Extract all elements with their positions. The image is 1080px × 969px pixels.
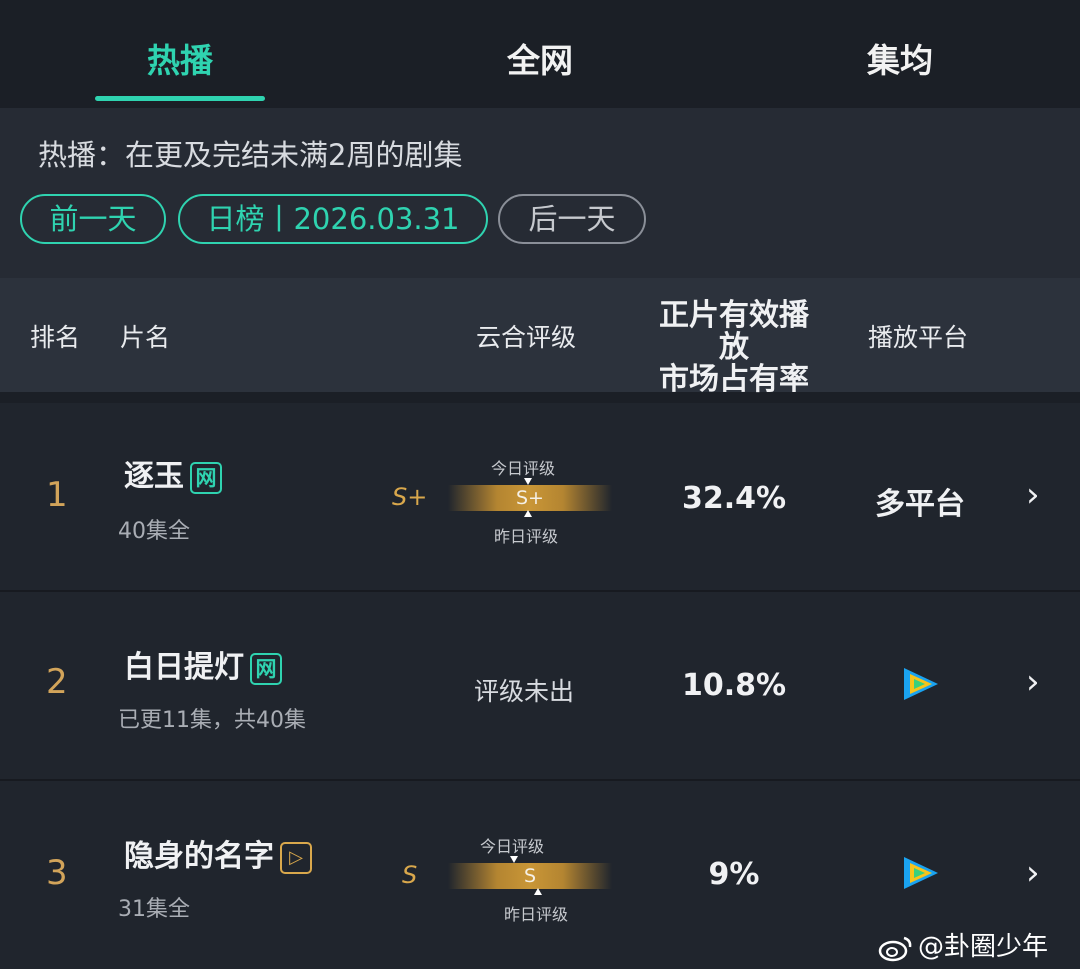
ranking-page: 热播 全网 集均 热播：在更及完结未满2周的剧集 前一天 日榜丨2026.03.… xyxy=(0,0,1080,969)
next-day-button[interactable]: 后一天 xyxy=(498,194,646,244)
play-badge-icon: ▷ xyxy=(280,841,312,874)
tab-all-network[interactable]: 全网 xyxy=(420,34,660,82)
yesterday-grade-label: 昨日评级 xyxy=(494,527,559,546)
chevron-right-icon[interactable]: › xyxy=(1026,475,1040,515)
show-title: 隐身的名字 ▷ xyxy=(124,831,312,875)
table-row[interactable]: 2 白日提灯网 已更11集，共40集 评级未出 10.8% › xyxy=(0,592,1080,779)
grade-bar-label: S xyxy=(523,865,537,887)
yesterday-marker-icon xyxy=(524,510,532,517)
grade-bar-label: S+ xyxy=(516,487,544,509)
today-grade-label: 今日评级 xyxy=(491,459,556,478)
table-header: 排名 片名 云合评级 正片有效播放 市场占有率 播放平台 xyxy=(0,278,1080,396)
grade-letter: S xyxy=(402,861,418,889)
header-rank: 排名 xyxy=(30,323,81,352)
date-selector[interactable]: 日榜丨2026.03.31 xyxy=(178,194,488,244)
grade-bar: S+ xyxy=(448,485,612,511)
show-title-text: 白日提灯 xyxy=(124,650,244,685)
market-share: 32.4% xyxy=(681,481,787,516)
prev-day-button[interactable]: 前一天 xyxy=(20,194,166,244)
market-share: 10.8% xyxy=(681,668,787,703)
yesterday-marker-icon xyxy=(534,888,542,895)
header-platform: 播放平台 xyxy=(868,323,969,352)
tencent-video-icon xyxy=(904,668,938,700)
ranking-description: 热播：在更及完结未满2周的剧集 xyxy=(38,138,463,172)
tab-bar: 热播 全网 集均 xyxy=(0,0,1080,108)
episode-status: 40集全 xyxy=(118,519,190,544)
header-title: 片名 xyxy=(120,323,171,352)
rank-number: 2 xyxy=(46,662,68,702)
network-badge-icon: 网 xyxy=(250,652,282,685)
today-marker-icon xyxy=(510,856,518,863)
chevron-right-icon[interactable]: › xyxy=(1026,853,1040,893)
yesterday-grade-label: 昨日评级 xyxy=(504,905,569,924)
tencent-video-icon xyxy=(904,857,938,889)
today-marker-icon xyxy=(524,478,532,485)
episode-status: 31集全 xyxy=(118,897,190,922)
network-badge-icon: 网 xyxy=(190,461,222,494)
platform-label: 多平台 xyxy=(875,487,965,522)
show-title: 逐玉网 xyxy=(124,451,222,495)
active-tab-indicator xyxy=(95,96,265,101)
chevron-right-icon[interactable]: › xyxy=(1026,662,1040,702)
episode-status: 已更11集，共40集 xyxy=(118,708,306,733)
rank-number: 1 xyxy=(46,475,68,515)
tab-episode-average[interactable]: 集均 xyxy=(780,34,1020,82)
header-market-share: 正片有效播放 市场占有率 xyxy=(659,298,809,397)
show-title: 白日提灯网 xyxy=(124,642,282,686)
show-title-text: 逐玉 xyxy=(124,459,184,494)
grade-bar: S xyxy=(448,863,612,889)
header-rating: 云合评级 xyxy=(476,323,577,352)
grade-letter: S+ xyxy=(392,483,428,511)
info-panel: 热播：在更及完结未满2周的剧集 前一天 日榜丨2026.03.31 后一天 xyxy=(0,108,1080,278)
rating-pending: 评级未出 xyxy=(474,677,575,706)
show-title-text: 隐身的名字 xyxy=(124,839,274,874)
weibo-icon xyxy=(878,936,912,961)
table-row[interactable]: 1 逐玉网 40集全 S+ 今日评级 S+ 昨日评级 32.4% 多平台 › xyxy=(0,403,1080,592)
today-grade-label: 今日评级 xyxy=(480,837,545,856)
market-share: 9% xyxy=(708,857,760,892)
watermark-text: @卦圈少年 xyxy=(918,932,1049,962)
rank-number: 3 xyxy=(46,853,68,893)
tab-hot[interactable]: 热播 xyxy=(60,34,300,82)
weibo-watermark: @卦圈少年 xyxy=(878,926,1048,963)
